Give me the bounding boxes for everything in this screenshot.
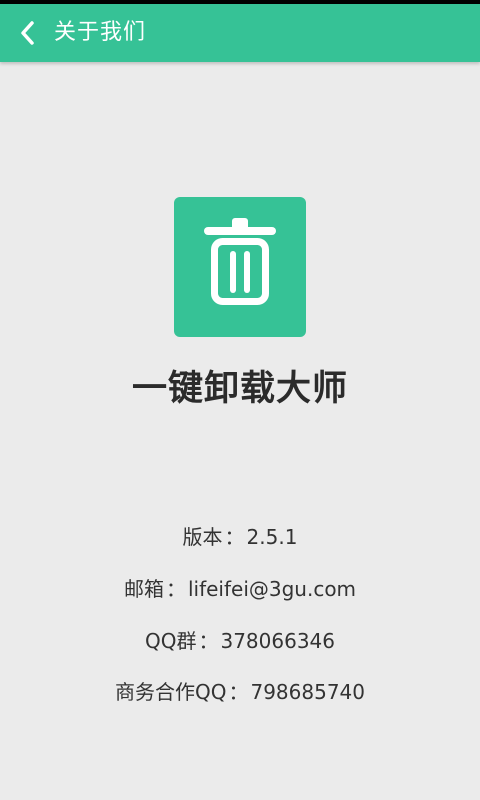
separator: ： — [198, 629, 219, 653]
email-value[interactable]: lifeifei@3gu.com — [188, 577, 356, 601]
version-value: 2.5.1 — [246, 525, 298, 549]
app-icon — [174, 197, 306, 337]
version-info: 版本： 2.5.1 — [0, 521, 480, 550]
version-label: 版本 — [182, 525, 223, 549]
separator: ： — [165, 577, 186, 601]
qq-group-value: 378066346 — [220, 629, 335, 653]
trash-icon — [204, 218, 276, 305]
qq-group-info: QQ群： 378066346 — [0, 625, 480, 654]
chevron-left-icon — [21, 21, 34, 45]
back-button[interactable] — [6, 8, 50, 58]
page-title: 关于我们 — [54, 20, 147, 45]
qq-group-label: QQ群 — [144, 629, 197, 653]
separator: ： — [228, 680, 249, 704]
business-qq-info: 商务合作QQ： 798685740 — [0, 676, 480, 705]
separator: ： — [224, 525, 245, 549]
action-bar: 关于我们 — [0, 4, 480, 62]
email-info: 邮箱： lifeifei@3gu.com — [0, 573, 480, 602]
business-qq-value: 798685740 — [250, 680, 365, 704]
business-qq-label: 商务合作QQ — [114, 680, 227, 704]
email-label: 邮箱 — [123, 577, 164, 601]
app-name: 一键卸载大师 — [131, 369, 348, 409]
